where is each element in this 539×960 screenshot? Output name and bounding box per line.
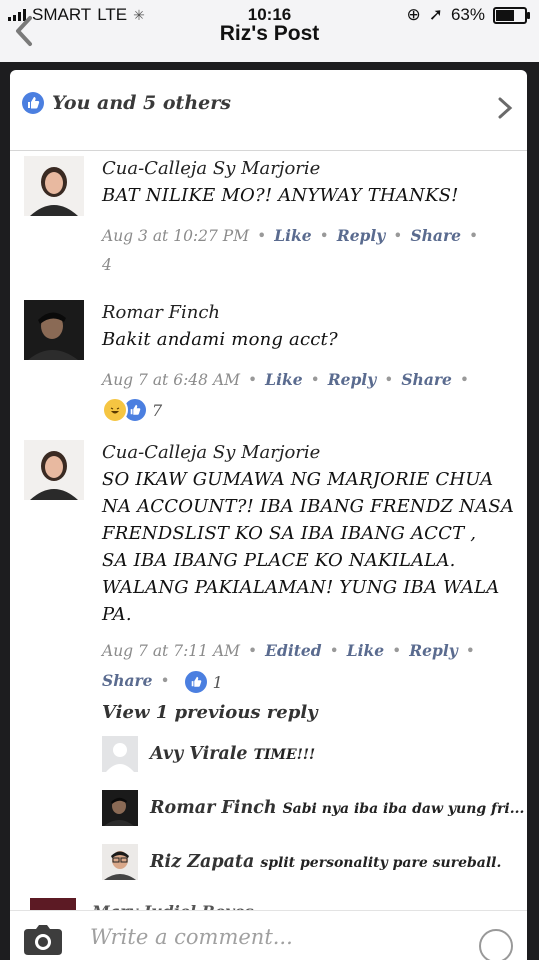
comment-line: PA. bbox=[102, 604, 132, 625]
reply-link[interactable]: Reply bbox=[328, 370, 376, 389]
reactions[interactable]: 7 bbox=[102, 396, 162, 425]
avatar[interactable] bbox=[102, 790, 138, 826]
share-link[interactable]: Share bbox=[401, 370, 452, 389]
thumbs-up-icon bbox=[182, 669, 209, 695]
reaction-count[interactable]: 4 bbox=[102, 256, 112, 274]
like-link[interactable]: Like bbox=[265, 370, 302, 389]
reply-link[interactable]: Reply bbox=[409, 641, 457, 660]
comment-line: SA IBA IBANG PLACE KO NAKILALA. bbox=[102, 550, 456, 571]
avatar[interactable] bbox=[24, 440, 84, 500]
replier-name[interactable]: Riz Zapata bbox=[150, 852, 254, 872]
comment-meta: Aug 7 at 7:11 AM • Edited • Like • Reply • Shar… bbox=[102, 636, 522, 697]
reply-text: Sabi nya iba iba daw yung fri... bbox=[282, 801, 525, 817]
page-title: Riz's Post bbox=[219, 22, 320, 45]
share-link[interactable]: Share bbox=[410, 226, 461, 245]
avatar[interactable] bbox=[24, 300, 84, 360]
replier-name[interactable]: Romar Finch bbox=[150, 798, 277, 818]
replier-name[interactable]: Avy Virale bbox=[150, 744, 248, 764]
like-link[interactable]: Like bbox=[274, 226, 311, 245]
view-previous-replies[interactable]: View 1 previous reply bbox=[102, 702, 318, 723]
comment-line: BAT NILIKE MO?! ANYWAY THANKS! bbox=[102, 185, 459, 206]
reply-text: TIME!!! bbox=[253, 747, 316, 763]
battery-icon bbox=[493, 6, 530, 24]
reply-item: Avy Virale TIME!!! bbox=[102, 734, 315, 774]
emoji-icon[interactable] bbox=[479, 929, 513, 960]
comment-input[interactable]: Write a comment... bbox=[90, 925, 293, 949]
likes-summary[interactable]: You and 5 others bbox=[22, 92, 231, 114]
like-link[interactable]: Like bbox=[347, 641, 384, 660]
reply-item: Romar Finch Sabi nya iba iba daw yung fri… bbox=[102, 788, 524, 828]
comment-text: SO IKAW GUMAWA NG MARJORIE CHUA NA ACCOU… bbox=[102, 466, 522, 628]
haha-icon bbox=[102, 397, 128, 423]
reply-text: split personality pare sureball. bbox=[260, 855, 502, 871]
chevron-right-icon[interactable] bbox=[495, 96, 515, 120]
comment-time: Aug 7 at 6:48 AM bbox=[102, 371, 241, 389]
reply-item: Riz Zapata split personality pare surebal… bbox=[102, 842, 501, 882]
avatar[interactable] bbox=[24, 156, 84, 216]
likes-text: You and 5 others bbox=[52, 92, 231, 114]
comment-line: FRENDSLIST KO SA IBA IBANG ACCT , bbox=[102, 523, 477, 544]
comment-meta: Aug 3 at 10:27 PM • Like • Reply • Share • 4 bbox=[102, 226, 479, 274]
comment-time: Aug 3 at 10:27 PM bbox=[102, 227, 250, 245]
comment-text: BAT NILIKE MO?! ANYWAY THANKS! bbox=[102, 182, 522, 209]
status-bar: SMART LTE ✳ 10:16 ⊕ ➚ 63% Riz's Post bbox=[0, 0, 539, 62]
commenter-name[interactable]: Cua-Calleja Sy Marjorie bbox=[102, 440, 522, 466]
comment-meta: Aug 7 at 6:48 AM • Like • Reply • Share • 7 bbox=[102, 365, 522, 425]
reactions[interactable]: 1 bbox=[182, 668, 223, 697]
comment-line: Bakit andami mong acct? bbox=[102, 329, 338, 350]
commenter-name[interactable]: Cua-Calleja Sy Marjorie bbox=[102, 156, 522, 182]
camera-icon[interactable] bbox=[24, 925, 62, 955]
avatar[interactable] bbox=[102, 844, 138, 880]
share-link[interactable]: Share bbox=[102, 671, 153, 690]
comment-line: SO IKAW GUMAWA NG MARJORIE CHUA bbox=[102, 469, 494, 490]
edited-link[interactable]: Edited bbox=[265, 641, 321, 660]
comment-text: Bakit andami mong acct? bbox=[102, 326, 522, 353]
commenter-name[interactable]: Romar Finch bbox=[102, 300, 522, 326]
avatar[interactable] bbox=[102, 736, 138, 772]
comment-time: Aug 7 at 7:11 AM bbox=[102, 642, 241, 660]
thumbs-up-icon bbox=[22, 92, 44, 114]
comment-line: WALANG PAKIALAMAN! YUNG IBA WALA bbox=[102, 577, 500, 598]
reaction-count: 7 bbox=[152, 400, 163, 420]
comment-line: NA ACCOUNT?! IBA IBANG FRENDZ NASA bbox=[102, 496, 515, 517]
divider bbox=[10, 150, 527, 151]
comment-composer: Write a comment... bbox=[10, 910, 527, 960]
comments-card: You and 5 others Cua-Calleja Sy Marjorie… bbox=[10, 70, 527, 960]
reply-link[interactable]: Reply bbox=[337, 226, 385, 245]
reaction-count: 1 bbox=[212, 672, 223, 692]
